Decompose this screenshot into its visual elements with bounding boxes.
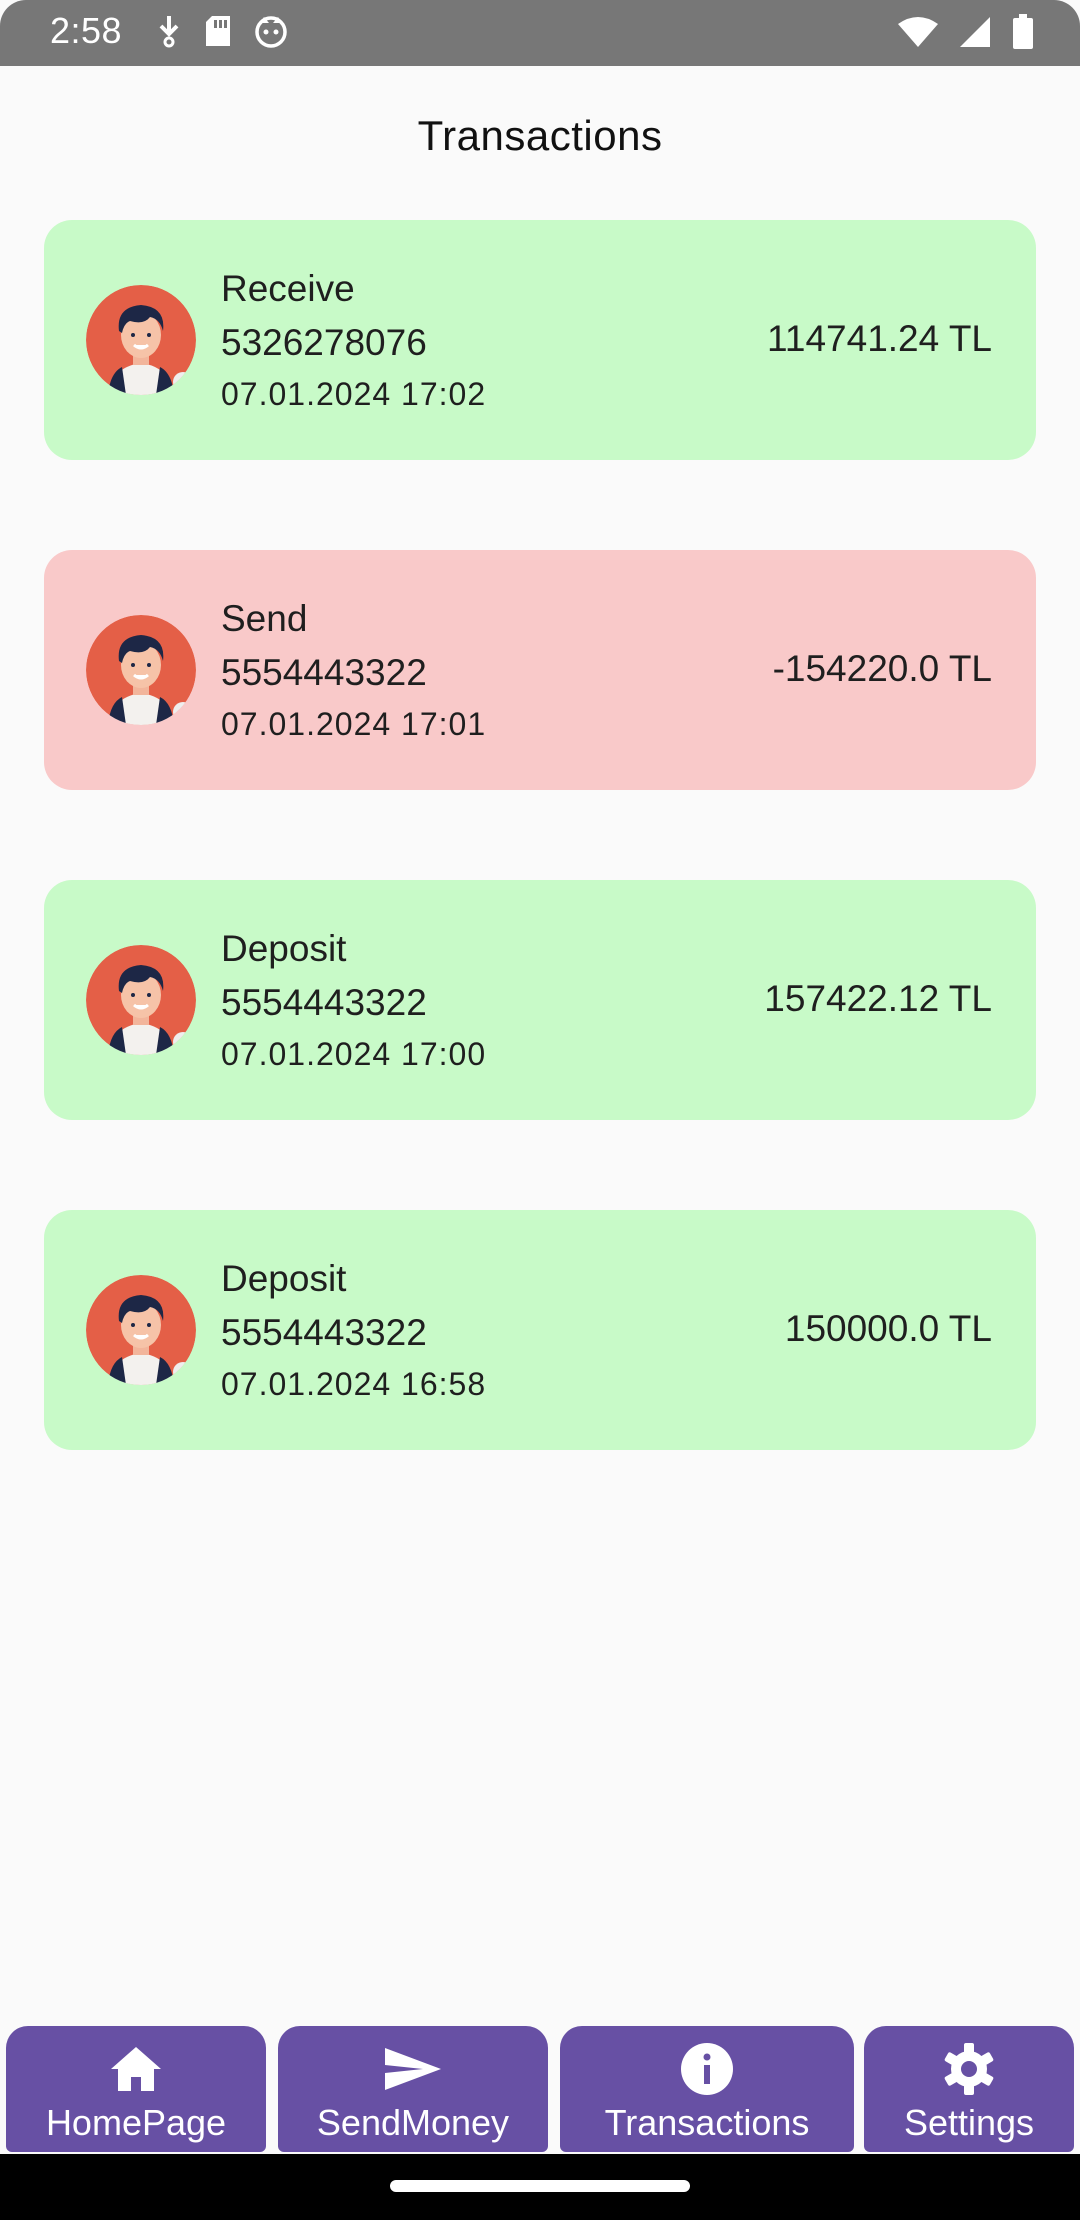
status-time: 2:58	[50, 10, 123, 51]
transaction-type: Receive	[221, 268, 355, 309]
gear-icon	[942, 2042, 996, 2096]
home-icon	[109, 2042, 163, 2096]
sd-card-icon	[204, 14, 232, 48]
notification-icons	[156, 14, 288, 48]
bottom-navigation: HomePage SendMoney Transactions Settings	[0, 2026, 1080, 2154]
transaction-amount: 157422.12 TL	[764, 978, 992, 1019]
transaction-card[interactable]: Deposit 5554443322 07.01.2024 16:58 1500…	[44, 1210, 1036, 1450]
system-status-icons	[898, 14, 1034, 50]
nav-sendmoney-label: SendMoney	[316, 2102, 510, 2143]
transaction-date: 07.01.2024 17:02	[221, 376, 487, 412]
transaction-date: 07.01.2024 17:01	[221, 706, 487, 742]
transaction-date: 07.01.2024 16:58	[221, 1366, 487, 1402]
transaction-amount: 114741.24 TL	[767, 318, 992, 359]
transaction-phone: 5554443322	[221, 982, 427, 1023]
transaction-card[interactable]: Deposit 5554443322 07.01.2024 17:00 1574…	[44, 880, 1036, 1120]
nav-settings-label: Settings	[903, 2102, 1035, 2143]
nav-sendmoney-button[interactable]: SendMoney	[278, 2026, 548, 2152]
transaction-amount: 150000.0 TL	[784, 1308, 992, 1349]
nav-transactions-button[interactable]: Transactions	[560, 2026, 854, 2152]
cat-face-icon	[254, 14, 288, 48]
nav-homepage-button[interactable]: HomePage	[6, 2026, 266, 2152]
transaction-amount: -154220.0 TL	[772, 648, 992, 689]
nav-homepage-label: HomePage	[45, 2102, 227, 2143]
download-arrow-icon	[156, 14, 182, 48]
nav-transactions-label: Transactions	[604, 2102, 810, 2143]
status-bar: 2:58	[0, 0, 1080, 66]
info-icon	[680, 2042, 734, 2096]
transaction-type: Deposit	[221, 1258, 347, 1299]
page-title: Transactions	[417, 112, 663, 159]
transaction-type: Send	[221, 598, 308, 639]
transaction-phone: 5326278076	[221, 322, 427, 363]
system-navigation-bar	[0, 2154, 1080, 2220]
transaction-type: Deposit	[221, 928, 347, 969]
transaction-card[interactable]: Send 5554443322 07.01.2024 17:01 -154220…	[44, 550, 1036, 790]
wifi-icon	[898, 16, 938, 48]
home-gesture-handle[interactable]	[390, 2180, 690, 2192]
transaction-card[interactable]: Receive 5326278076 07.01.2024 17:02 1147…	[44, 220, 1036, 460]
avatar	[86, 615, 196, 725]
battery-icon	[1012, 14, 1034, 50]
signal-icon	[958, 16, 992, 48]
transaction-phone: 5554443322	[221, 1312, 427, 1353]
avatar	[86, 1275, 196, 1385]
avatar	[86, 285, 196, 395]
avatar	[86, 945, 196, 1055]
send-icon	[383, 2042, 443, 2096]
transaction-phone: 5554443322	[221, 652, 427, 693]
nav-settings-button[interactable]: Settings	[864, 2026, 1074, 2152]
transaction-date: 07.01.2024 17:00	[221, 1036, 487, 1072]
